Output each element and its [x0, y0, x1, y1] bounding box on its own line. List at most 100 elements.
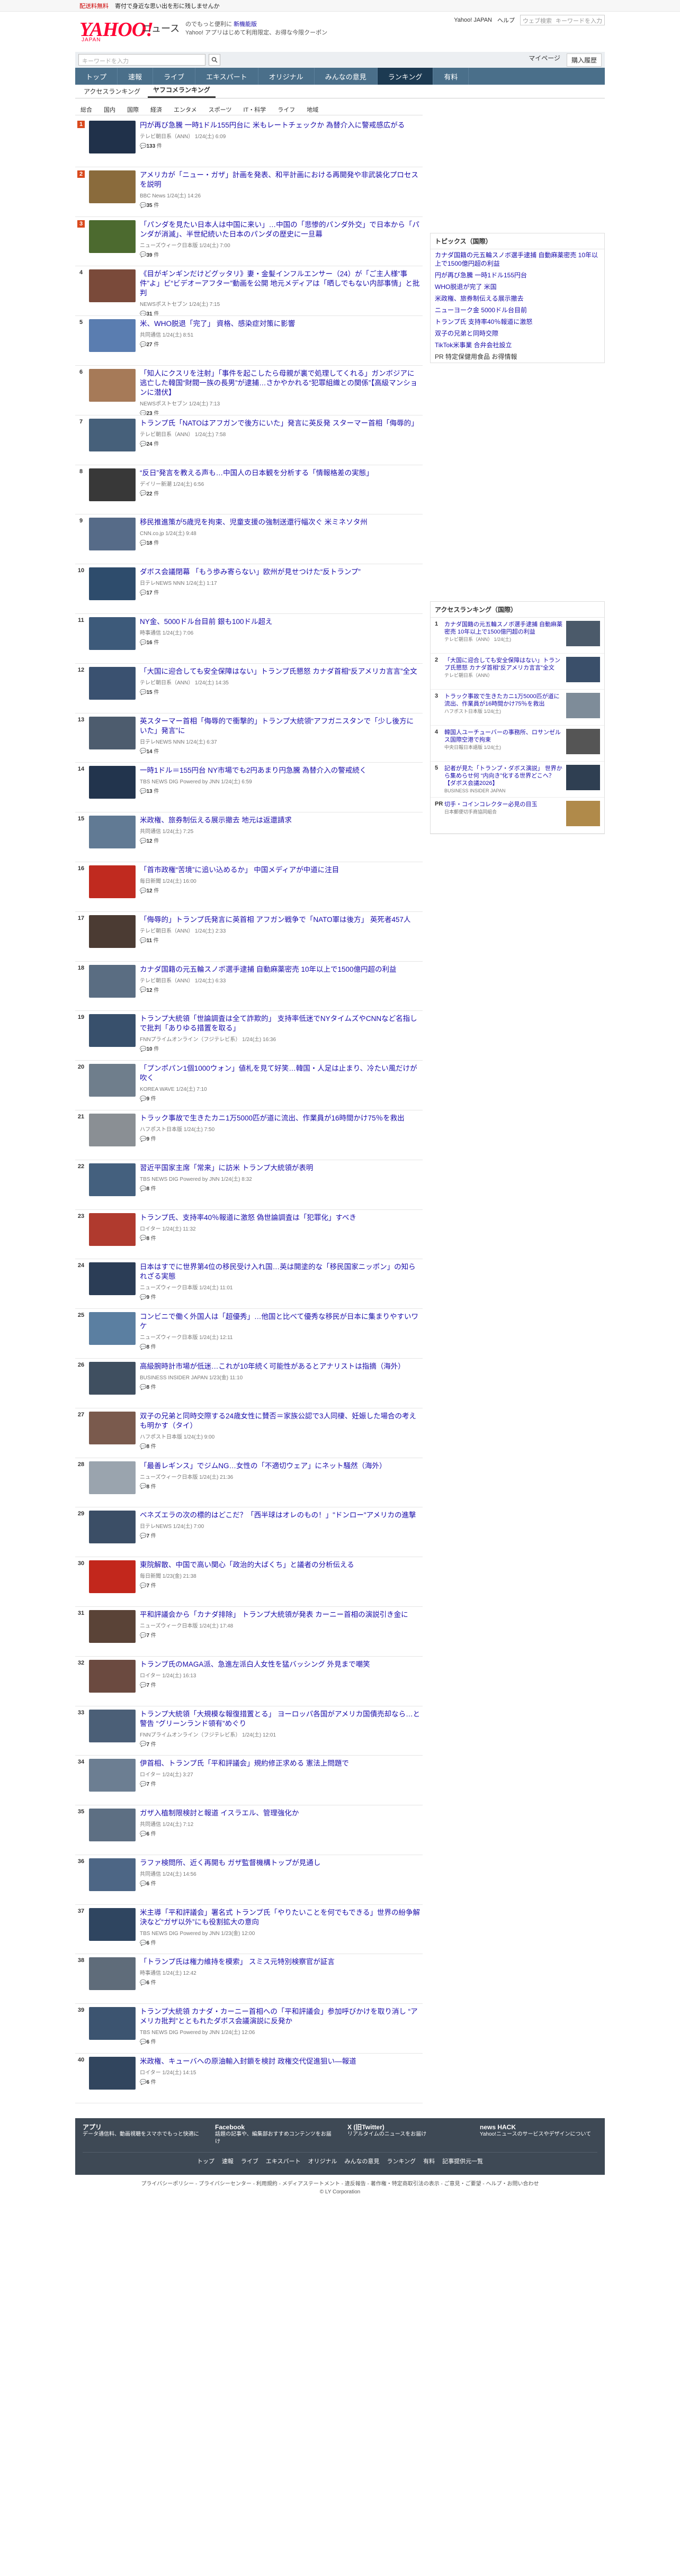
- access-thumbnail[interactable]: [566, 729, 600, 754]
- category-tab-1[interactable]: 国内: [99, 104, 121, 115]
- footer-app-card[interactable]: X (旧Twitter) リアルタイムのニュースをお届け: [347, 2123, 464, 2146]
- ranking-item[interactable]: 14 一時1ドル＝155円台 NY市場でも2円あまり円急騰 為替介入の警戒続く TB…: [75, 763, 423, 813]
- comment-count[interactable]: 💬 7 件: [140, 1740, 420, 1747]
- ranking-item[interactable]: 36 ラファ検問所、近く再開も ガザ監督機構トップが見通し 共同通信 1/24(土)…: [75, 1855, 423, 1905]
- access-item-title[interactable]: 記者が見た「トランプ・ダボス演説」 世界から集めらせ何 “内向き”化する世界どこ…: [444, 765, 563, 787]
- comment-count[interactable]: 💬 9 件: [140, 1094, 420, 1102]
- thumbnail-image[interactable]: [89, 319, 136, 352]
- footer-link[interactable]: みんなの意見: [345, 2157, 380, 2165]
- item-title[interactable]: トランプ大統領「世論調査は全て詐欺的」 支持率低迷でNYタイムズやCNNなど名指…: [140, 1014, 420, 1033]
- item-title[interactable]: トランプ氏のMAGA派、急進左派白人女性を猛バッシング 外見まで嘲笑: [140, 1660, 420, 1669]
- comment-count[interactable]: 💬 7 件: [140, 1631, 420, 1639]
- footer-link[interactable]: トップ: [197, 2157, 214, 2165]
- category-tab-5[interactable]: スポーツ: [203, 104, 237, 115]
- ranking-item[interactable]: 27 双子の兄弟と同時交際する24歳女性に賛否＝家族公認で3人同棲、妊娠した場合の…: [75, 1408, 423, 1458]
- comment-count[interactable]: 💬 6 件: [140, 1978, 420, 1986]
- item-title[interactable]: 「大国に迎合しても安全保障はない」トランプ氏懇怒 カナダ首相“反アメリカ言言”全…: [140, 667, 420, 676]
- gnav-tab-6[interactable]: ランキング: [377, 68, 434, 85]
- comment-count[interactable]: 💬 9 件: [140, 1292, 420, 1300]
- comment-count[interactable]: 💬 8 件: [140, 1234, 420, 1241]
- comment-count[interactable]: 💬 6 件: [140, 2037, 420, 2045]
- comment-count[interactable]: 💬 7 件: [140, 1779, 420, 1787]
- ranking-item[interactable]: 39 トランプ大統領 カナダ・カーニー首相への「平和評議会」参加呼びかけを取り消し…: [75, 2004, 423, 2054]
- legal-links[interactable]: プライバシーポリシー - プライバシーセンター - 利用規約 - メディアステー…: [0, 2175, 680, 2189]
- gnav-tab-2[interactable]: ライブ: [153, 68, 196, 85]
- ranking-item[interactable]: 33 トランプ大統領「大規模な報復措置とる」 ヨーロッパ各国がアメリカ国債売却なら…: [75, 1706, 423, 1756]
- thumbnail-image[interactable]: [89, 1014, 136, 1047]
- ranking-item[interactable]: 15 米政権、旅券制伝える展示撤去 地元は返還請求 共同通信 1/24(土) 7:2…: [75, 812, 423, 862]
- item-title[interactable]: 双子の兄弟と同時交際する24歳女性に賛否＝家族公認で3人同棲、妊娠した場合の考え…: [140, 1412, 420, 1431]
- category-tab-4[interactable]: エンタメ: [168, 104, 202, 115]
- thumbnail-image[interactable]: [89, 617, 136, 650]
- item-title[interactable]: 英スターマー首相「侮辱的で衝撃的」トランプ大統領“アフガニスタンで「少し後方にい…: [140, 717, 420, 736]
- thumbnail-image[interactable]: [89, 1809, 136, 1842]
- thumbnail-image[interactable]: [89, 1411, 136, 1444]
- comment-count[interactable]: 💬 7 件: [140, 1581, 420, 1589]
- item-title[interactable]: 円が再び急騰 一時1ドル155円台に 米もレートチェックか 為替介入に警戒感広が…: [140, 121, 420, 130]
- thumbnail-image[interactable]: [89, 1213, 136, 1246]
- news-search-input[interactable]: キーワードを入力: [78, 54, 205, 66]
- subtab-1[interactable]: ヤフコメランキング: [148, 83, 216, 98]
- ranking-item[interactable]: 18 カナダ国籍の元五輪スノボ選手逮捕 自動麻薬密売 10年以上で1500億円超の…: [75, 962, 423, 1011]
- thumbnail-image[interactable]: [89, 220, 136, 253]
- category-tab-7[interactable]: ライフ: [272, 104, 300, 115]
- footer-link[interactable]: 有料: [423, 2157, 435, 2165]
- yahoo-japan-link[interactable]: Yahoo! JAPAN: [454, 17, 492, 23]
- footer-app-card[interactable]: news HACK Yahoo!ニュースのサービスやデザインについて: [480, 2123, 596, 2146]
- ranking-item[interactable]: 40 米政権、キューバへの原油輸入封鎖を検討 政権交代促進狙い―報道 ロイター 1/…: [75, 2054, 423, 2103]
- thumbnail-image[interactable]: [89, 666, 136, 700]
- thumbnail-image[interactable]: [89, 1113, 136, 1146]
- access-item-title[interactable]: 韓国人ユーチューバーの事務所、ロサンゼルス国際空港で拘束: [444, 729, 563, 744]
- item-title[interactable]: 高級腕時計市場が低迷…これが10年続く可能性があるとアナリストは指摘（海外）: [140, 1362, 420, 1371]
- thumbnail-image[interactable]: [89, 468, 136, 501]
- ranking-item[interactable]: 6 「知人にクスリを注射」「事件を起こしたら母親が裏で処理してくれる」ガンボジアに…: [75, 366, 423, 415]
- access-thumbnail[interactable]: [566, 657, 600, 682]
- new-version-link[interactable]: 新機能版: [234, 21, 257, 28]
- access-thumbnail[interactable]: [566, 693, 600, 718]
- access-item-text[interactable]: カナダ国籍の元五輪スノボ選手逮捕 自動麻薬密売 10年以上で1500億円超の利益…: [444, 621, 563, 650]
- gnav-tab-7[interactable]: 有料: [433, 68, 469, 85]
- comment-count[interactable]: 💬 12 件: [140, 836, 420, 844]
- item-title[interactable]: 日本はすでに世界第4位の移民受け入れ国…英は開塗的な「移民国家ニッポン」の知られ…: [140, 1262, 420, 1281]
- comment-count[interactable]: 💬 6 件: [140, 1879, 420, 1887]
- ranking-item[interactable]: 13 英スターマー首相「侮辱的で衝撃的」トランプ大統領“アフガニスタンで「少し後方…: [75, 713, 423, 763]
- access-ranking-item[interactable]: 5 記者が見た「トランプ・ダボス演説」 世界から集めらせ何 “内向き”化する世界ど…: [431, 762, 604, 798]
- comment-count[interactable]: 💬 11 件: [140, 936, 420, 944]
- thumbnail-image[interactable]: [89, 1709, 136, 1742]
- ranking-item[interactable]: 28 「最善レギンス」でジムNG…女性の「不適切ウェア」にネット騒然（海外） ニュー…: [75, 1458, 423, 1508]
- access-ranking-item[interactable]: PR 切手・コインコレクター必見の目玉 日本郵便切手商協同組合: [431, 798, 604, 834]
- ranking-item[interactable]: 38 「トランプ氏は権力維持を模索」 スミス元特別検察官が証言 時事通信 1/24(…: [75, 1954, 423, 2004]
- ranking-item[interactable]: 34 伊首相、トランプ氏「平和評議会」規約修正求める 憲法上問題で ロイター 1/2…: [75, 1756, 423, 1806]
- thumbnail-image[interactable]: [89, 816, 136, 849]
- ranking-item[interactable]: 16 「首市政権“苦境”に追い込めるか」 中国メディアが中道に注目 毎日新聞 1/2…: [75, 862, 423, 912]
- access-thumbnail[interactable]: [566, 765, 600, 790]
- topic-link[interactable]: WHO脱退が完了 米国: [431, 281, 604, 293]
- topic-link[interactable]: 双子の兄弟と同時交際: [431, 328, 604, 339]
- thumbnail-image[interactable]: [89, 567, 136, 601]
- footer-link[interactable]: 記事提供元一覧: [442, 2157, 483, 2165]
- ranking-item[interactable]: 22 習近平国家主席「常来」に訪米 トランプ大統領が表明 TBS NEWS DIG …: [75, 1160, 423, 1210]
- thumbnail-image[interactable]: [89, 1908, 136, 1941]
- category-tab-2[interactable]: 国際: [122, 104, 144, 115]
- service-name[interactable]: ニュース: [142, 21, 180, 35]
- item-title[interactable]: 「トランプ氏は権力維持を模索」 スミス元特別検察官が証言: [140, 1957, 420, 1967]
- ranking-item[interactable]: 29 ベネズエラの次の標的はどこだ？「西半球はオレのもの！」"ドンロー"アメリカの…: [75, 1507, 423, 1558]
- category-tab-0[interactable]: 総合: [75, 104, 97, 115]
- ranking-item[interactable]: 23 トランプ氏、支持率40％報道に激怒 偽世論調査は「犯罪化」すべき ロイター 1…: [75, 1210, 423, 1260]
- comment-count[interactable]: 💬 8 件: [140, 1184, 420, 1192]
- item-title[interactable]: 「プンポパン1個1000ウォン」値札を見て好笑…韓国・人足は止まり、冷たい風だけ…: [140, 1064, 420, 1083]
- item-title[interactable]: 「最善レギンス」でジムNG…女性の「不適切ウェア」にネット騒然（海外）: [140, 1461, 420, 1471]
- item-title[interactable]: アメリカが「ニュー・ガザ」計画を発表、和平計画における再開発や非武装化プロセスを…: [140, 170, 420, 189]
- ranking-item[interactable]: 5 米、WHO脱退「完了」 資格、感染症対策に影響 共同通信 1/24(土) 8:5…: [75, 316, 423, 366]
- item-title[interactable]: 米、WHO脱退「完了」 資格、感染症対策に影響: [140, 319, 420, 329]
- item-title[interactable]: NY金、5000ドル台目前 銀も100ドル超え: [140, 617, 420, 627]
- item-title[interactable]: トラック事故で生きたカニ1万5000匹が道に流出、作業員が16時間かけ75％を救…: [140, 1114, 420, 1123]
- thumbnail-image[interactable]: [89, 1858, 136, 1891]
- ranking-item[interactable]: 4 《目がギンギンだけどグッタリ》妻・金髪インフルエンサー（24）が「ご主人様”事…: [75, 266, 423, 317]
- topic-link[interactable]: カナダ国籍の元五輪スノボ選手逮捕 自動麻薬密売 10年以上で1500億円超の利益: [431, 249, 604, 269]
- help-link[interactable]: ヘルプ: [497, 16, 515, 24]
- item-title[interactable]: 東院解散、中国で高い関心「政治的大ばくち」と議者の分析伝える: [140, 1560, 420, 1570]
- comment-count[interactable]: 💬 39 件: [140, 250, 420, 258]
- comment-count[interactable]: 💬 12 件: [140, 986, 420, 993]
- comment-count[interactable]: 💬 14 件: [140, 747, 420, 754]
